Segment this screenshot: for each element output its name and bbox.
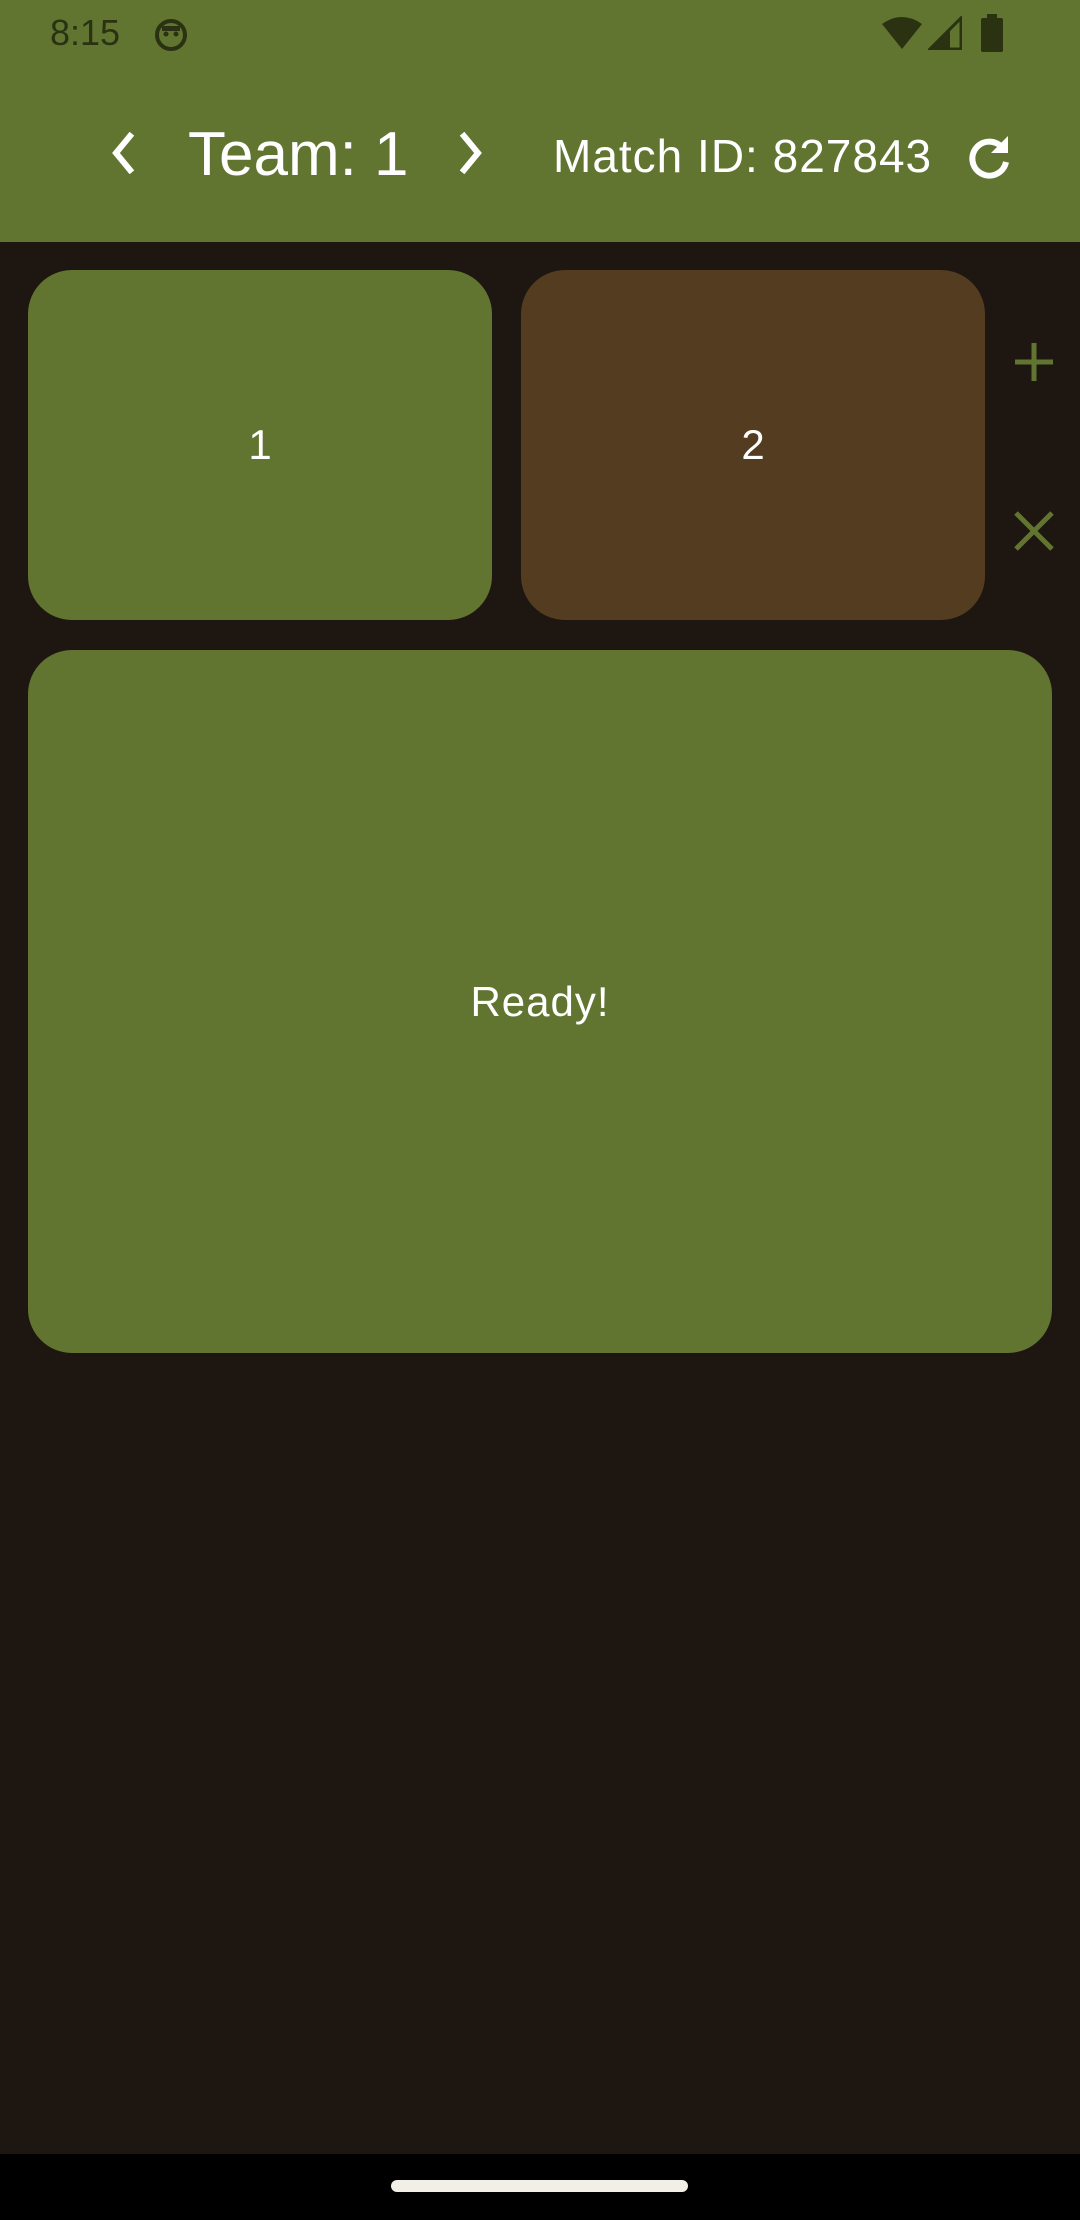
team-title: Team: 1 <box>188 120 409 189</box>
chevron-right-icon <box>459 132 482 174</box>
refresh-icon <box>969 136 1009 179</box>
add-team-button[interactable] <box>1006 334 1062 390</box>
app-bar: 8:15 Team: 1 Match ID: 827843 <box>0 0 1080 242</box>
ready-label: Ready! <box>470 977 610 1025</box>
face-notification-icon <box>155 19 187 51</box>
team-tile-2[interactable]: 2 <box>521 270 985 620</box>
home-gesture-handle[interactable] <box>391 2180 688 2192</box>
battery-icon <box>981 14 1003 52</box>
next-team-button[interactable] <box>436 118 506 188</box>
chevron-left-icon <box>112 132 135 174</box>
screen: 8:15 Team: 1 Match ID: 827843 1 2 Ready! <box>0 0 1080 2220</box>
plus-icon <box>1015 343 1053 381</box>
ready-panel[interactable]: Ready! <box>28 650 1052 1353</box>
wifi-icon <box>882 17 922 49</box>
team-tile-1[interactable]: 1 <box>28 270 492 620</box>
status-time: 8:15 <box>50 12 121 53</box>
previous-team-button[interactable] <box>88 118 158 188</box>
team-tile-label: 2 <box>741 421 765 468</box>
match-id-label: Match ID: 827843 <box>553 130 933 182</box>
refresh-button[interactable] <box>956 124 1022 190</box>
signal-icon <box>928 16 962 50</box>
remove-team-button[interactable] <box>1006 503 1062 559</box>
team-tile-label: 1 <box>248 421 272 468</box>
close-icon <box>1014 511 1054 551</box>
